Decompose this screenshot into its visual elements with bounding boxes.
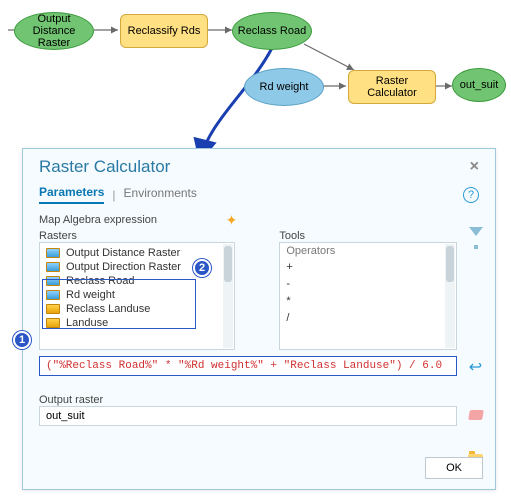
tools-label: Tools — [279, 230, 457, 242]
node-label: out_suit — [460, 79, 499, 91]
node-label: Rd weight — [260, 81, 309, 93]
tab-environments[interactable]: Environments — [124, 186, 197, 203]
list-item-label: Output Distance Raster — [66, 247, 180, 259]
node-reclassify-rds[interactable]: Reclassify Rds — [120, 14, 208, 48]
add-raster-icon[interactable]: ✦ — [226, 212, 238, 229]
ok-button[interactable]: OK — [425, 457, 483, 479]
operator-item[interactable]: * — [280, 293, 456, 310]
raster-layer-icon — [46, 318, 60, 328]
expression-row: ("%Reclass Road%" * "%Rd weight%" + "Rec… — [39, 356, 457, 376]
node-label: Output Distance Raster — [19, 13, 89, 49]
close-icon[interactable]: × — [466, 158, 483, 176]
dialog-title: Raster Calculator — [39, 157, 170, 177]
scrollbar[interactable] — [445, 244, 455, 348]
operator-item[interactable]: + — [280, 259, 456, 276]
list-item[interactable]: Output Distance Raster — [40, 246, 234, 260]
raster-layer-icon — [46, 276, 60, 286]
raster-calculator-dialog: Raster Calculator × Parameters | Environ… — [22, 148, 496, 490]
raster-layer-icon — [46, 290, 60, 300]
operator-item[interactable]: - — [280, 276, 456, 293]
expression-text: ("%Reclass Road%" * "%Rd weight%" + "Rec… — [46, 360, 442, 372]
list-item-label: Output Direction Raster — [66, 261, 181, 273]
list-item-label: Reclass Landuse — [66, 303, 150, 315]
wrap-icon[interactable]: ↩ — [469, 360, 482, 376]
erase-icon[interactable] — [468, 410, 484, 420]
operators-header: Operators — [280, 245, 456, 259]
tools-listbox[interactable]: Operators + - * / — [279, 242, 457, 350]
callout-1: 1 — [13, 331, 31, 349]
node-label: Reclass Road — [238, 25, 306, 37]
callout-2: 2 — [193, 259, 211, 277]
output-raster-value: out_suit — [46, 410, 85, 422]
node-label: Reclassify Rds — [128, 25, 201, 37]
dialog-header: Raster Calculator × — [23, 149, 495, 181]
raster-layer-icon — [46, 262, 60, 272]
list-item-label: Landuse — [66, 317, 108, 329]
rasters-listbox[interactable]: Output Distance Raster Output Direction … — [39, 242, 235, 350]
operator-item[interactable]: / — [280, 310, 456, 327]
right-toolrail: ↩ — [468, 227, 483, 465]
expression-input[interactable]: ("%Reclass Road%" * "%Rd weight%" + "Rec… — [39, 356, 457, 376]
dialog-body: Map Algebra expression Rasters ✦ Output … — [23, 204, 495, 434]
node-output-distance-raster[interactable]: Output Distance Raster — [14, 12, 94, 50]
tab-separator: | — [112, 188, 115, 202]
list-item-label: Rd weight — [66, 289, 115, 301]
list-item[interactable]: Rd weight — [40, 288, 234, 302]
list-item-label: Reclass Road — [66, 275, 134, 287]
help-icon[interactable]: ? — [463, 187, 479, 203]
raster-layer-icon — [46, 304, 60, 314]
node-rd-weight[interactable]: Rd weight — [244, 68, 324, 106]
map-algebra-label: Map Algebra expression — [39, 214, 457, 226]
output-raster-label: Output raster — [39, 394, 457, 406]
node-label: Raster Calculator — [353, 75, 431, 99]
list-item[interactable]: Reclass Landuse — [40, 302, 234, 316]
scrollbar[interactable] — [223, 244, 233, 348]
tab-bar: Parameters | Environments ? — [23, 181, 495, 204]
raster-layer-icon — [46, 248, 60, 258]
tab-parameters[interactable]: Parameters — [39, 185, 104, 204]
model-flowchart: Output Distance Raster Reclassify Rds Re… — [0, 0, 511, 130]
node-raster-calculator[interactable]: Raster Calculator — [348, 70, 436, 104]
node-reclass-road[interactable]: Reclass Road — [232, 12, 312, 50]
list-item[interactable]: Landuse — [40, 316, 234, 330]
filter-icon[interactable] — [469, 227, 483, 236]
output-raster-input[interactable]: out_suit — [39, 406, 457, 426]
node-out-suit[interactable]: out_suit — [452, 68, 506, 102]
rasters-label: Rasters — [39, 230, 235, 242]
